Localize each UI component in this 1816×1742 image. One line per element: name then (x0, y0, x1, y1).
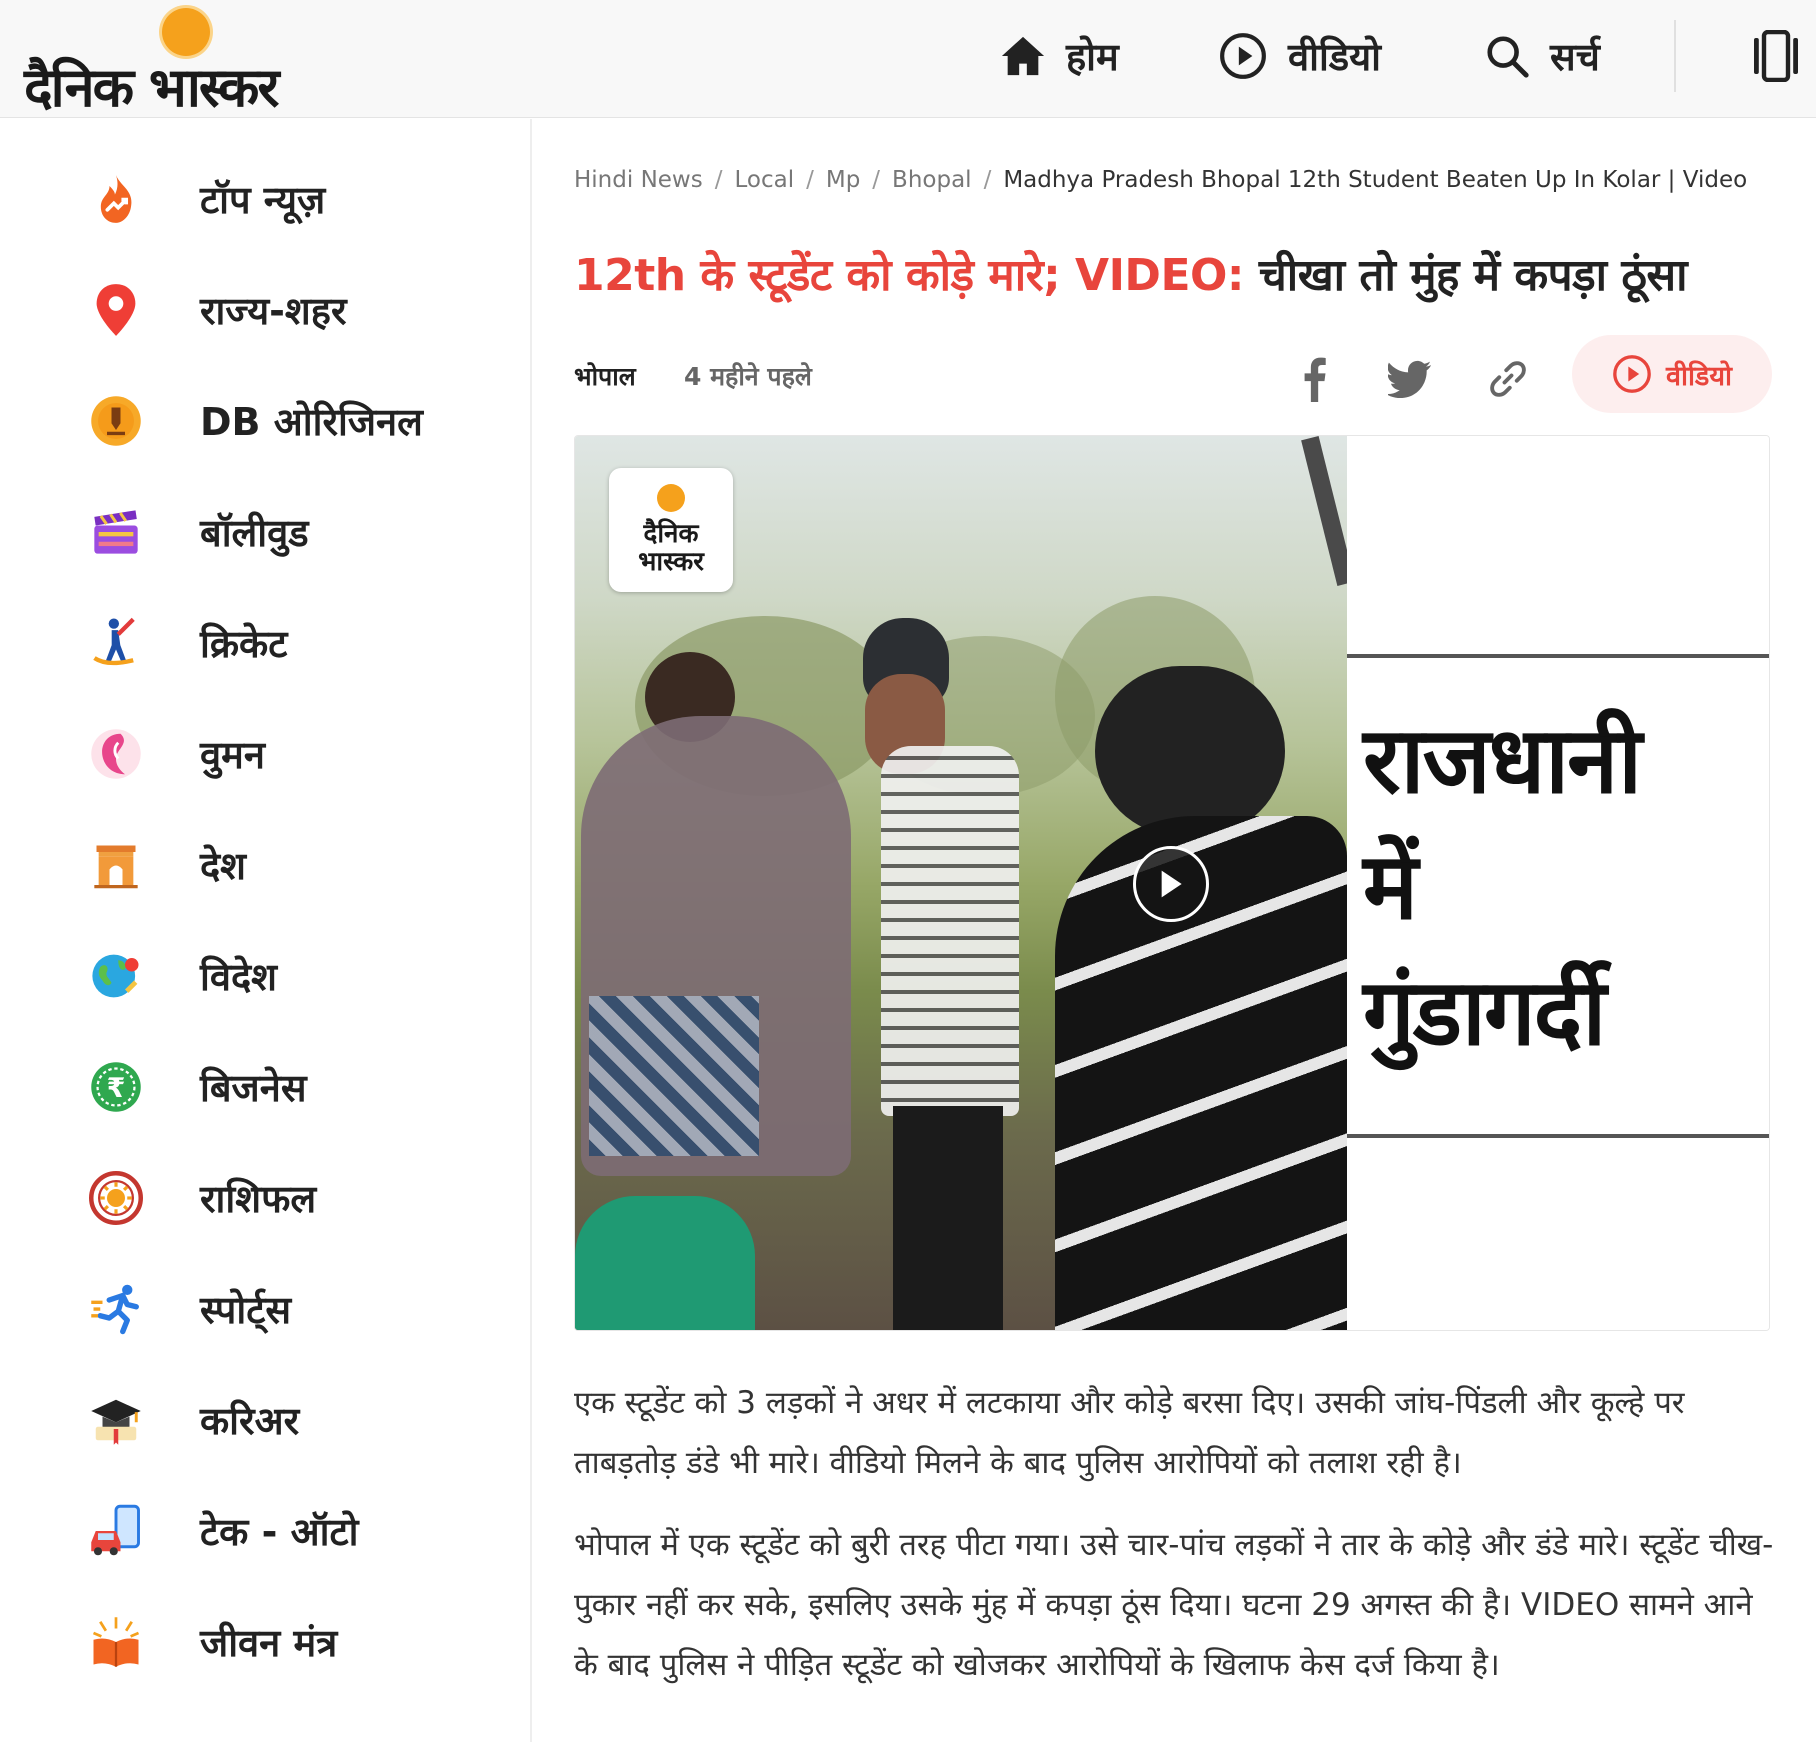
facebook-icon (1304, 357, 1326, 402)
headline-highlight: 12th के स्टूडेंट को कोड़े मारे; VIDEO: (574, 250, 1245, 301)
sidebar-item-cricket[interactable]: क्रिकेट (88, 603, 508, 683)
article-time: 4 महीने पहले (684, 362, 812, 391)
logo-text: दैनिक भास्कर (24, 56, 279, 119)
sidebar-item-label: स्पोर्ट्स (200, 1288, 292, 1332)
cricket-player-icon (88, 615, 144, 671)
sidebar-item-business[interactable]: ₹ बिजनेस (88, 1047, 508, 1127)
copy-link-button[interactable] (1484, 355, 1532, 403)
pen-badge-icon (88, 393, 144, 449)
sidebar-item-bollywood[interactable]: बॉलीवुड (88, 492, 508, 572)
sidebar-item-top-news[interactable]: टॉप न्यूज़ (88, 159, 508, 239)
article-body-paragraph: भोपाल में एक स्टूडेंट को बुरी तरह पीटा ग… (574, 1527, 1774, 1683)
video-thumbnail[interactable]: दैनिक भास्कर राजधानी में गुंडागर्दी (574, 435, 1770, 1331)
search-icon (1487, 36, 1529, 78)
sidebar-item-rashifal[interactable]: राशिफल (88, 1158, 508, 1238)
play-icon (1161, 870, 1182, 898)
headline-text: चीखा तो मुंह में कपड़ा ठूंसा (1258, 250, 1688, 301)
breadcrumb: Hindi News / Local / Mp / Bhopal / Madhya Prades… (574, 167, 1748, 193)
sidebar-item-jeevan-mantra[interactable]: जीवन मंत्र (88, 1602, 508, 1682)
sidebar-item-videsh[interactable]: विदेश (88, 936, 508, 1016)
play-circle-icon (1220, 33, 1266, 79)
sidebar-item-label: टॉप न्यूज़ (200, 178, 326, 222)
logo-sun-icon (657, 484, 685, 512)
breadcrumb-link[interactable]: Local (734, 167, 794, 193)
thumbnail-logo: दैनिक भास्कर (609, 468, 733, 592)
home-icon (1001, 36, 1045, 76)
article-summary: एक स्टूडेंट को 3 लड़कों ने अधर में लटकाय… (574, 1385, 1685, 1481)
nav-search[interactable]: सर्च (1484, 26, 1600, 86)
sidebar-item-career[interactable]: करिअर (88, 1380, 508, 1460)
sidebar-item-label: DB ओरिजिनल (200, 400, 423, 444)
nav-divider (1674, 20, 1676, 92)
sidebar-item-label: बॉलीवुड (200, 511, 309, 555)
location-pin-icon (88, 282, 144, 338)
article-headline: 12th के स्टूडेंट को कोड़े मारे; VIDEO: च… (574, 243, 1688, 303)
sidebar-item-label: बिजनेस (200, 1066, 307, 1110)
rupee-coin-icon: ₹ (88, 1059, 144, 1115)
breadcrumb-current: Madhya Pradesh Bhopal 12th Student Beate… (1003, 167, 1748, 193)
share-twitter-button[interactable] (1386, 355, 1434, 403)
nav-home[interactable]: होम (1000, 26, 1119, 86)
sidebar-item-state-city[interactable]: राज्य-शहर (88, 270, 508, 350)
nav-search-label: सर्च (1550, 35, 1600, 79)
graduation-cap-icon (88, 1392, 144, 1448)
article-city: भोपाल (574, 362, 636, 391)
site-logo[interactable]: दैनिक भास्कर (24, 4, 314, 119)
zodiac-wheel-icon (88, 1170, 144, 1226)
sidebar-item-label: करिअर (200, 1399, 300, 1443)
play-button[interactable] (1133, 846, 1209, 922)
site-header: दैनिक भास्कर होम वीडियो सर्च (0, 0, 1816, 119)
sidebar-item-tech-auto[interactable]: टेक - ऑटो (88, 1491, 508, 1571)
sidebar-item-label: जीवन मंत्र (200, 1621, 338, 1665)
article-meta: भोपाल 4 महीने पहले वीडियो (574, 335, 1772, 415)
sidebar-item-sports[interactable]: स्पोर्ट्स (88, 1269, 508, 1349)
sidebar-item-label: विदेश (200, 955, 277, 999)
sidebar-item-woman[interactable]: वुमन (88, 714, 508, 794)
thumbnail-logo-text: दैनिक भास्कर (638, 519, 704, 577)
sidebar-item-db-original[interactable]: DB ओरिजिनल (88, 381, 508, 461)
breadcrumb-link[interactable]: Hindi News (574, 167, 703, 193)
svg-text:₹: ₹ (107, 1073, 126, 1104)
globe-icon (88, 948, 144, 1004)
menu-button[interactable] (1752, 29, 1800, 83)
watch-video-label: वीडियो (1665, 360, 1733, 392)
watch-video-button[interactable]: वीडियो (1572, 335, 1772, 413)
clapperboard-icon (88, 504, 144, 560)
sidebar-item-desh[interactable]: देश (88, 825, 508, 905)
sidebar-item-label: वुमन (200, 733, 265, 777)
runner-icon (88, 1281, 144, 1337)
breadcrumb-link[interactable]: Bhopal (892, 167, 972, 193)
thumbnail-caption: राजधानी में गुंडागर्दी (1363, 707, 1642, 1066)
woman-profile-icon (88, 726, 144, 782)
sidebar-item-label: टेक - ऑटो (200, 1510, 359, 1554)
sidebar-item-label: क्रिकेट (200, 622, 288, 666)
nav-video[interactable]: वीडियो (1218, 26, 1381, 86)
thumbnail-caption-panel: राजधानी में गुंडागर्दी (1347, 436, 1769, 1330)
glowing-book-icon (88, 1614, 144, 1670)
car-phone-icon (88, 1503, 144, 1559)
fire-trending-icon (88, 171, 144, 227)
twitter-icon (1388, 360, 1432, 398)
caption-rule-top (1347, 654, 1769, 658)
sidebar-item-label: देश (200, 844, 247, 888)
play-circle-icon (1613, 355, 1651, 393)
breadcrumb-link[interactable]: Mp (826, 167, 860, 193)
sidebar-item-label: राज्य-शहर (200, 289, 347, 333)
nav-home-label: होम (1066, 35, 1119, 79)
link-icon (1490, 361, 1526, 397)
sidebar: टॉप न्यूज़ राज्य-शहर DB ओरिजिनल बॉलीवुड … (0, 119, 532, 1742)
india-gate-icon (88, 837, 144, 893)
nav-video-label: वीडियो (1288, 35, 1382, 79)
sidebar-item-label: राशिफल (200, 1177, 317, 1221)
caption-rule-bottom (1347, 1134, 1769, 1138)
menu-panel-icon (1754, 29, 1798, 83)
share-facebook-button[interactable] (1290, 355, 1338, 403)
